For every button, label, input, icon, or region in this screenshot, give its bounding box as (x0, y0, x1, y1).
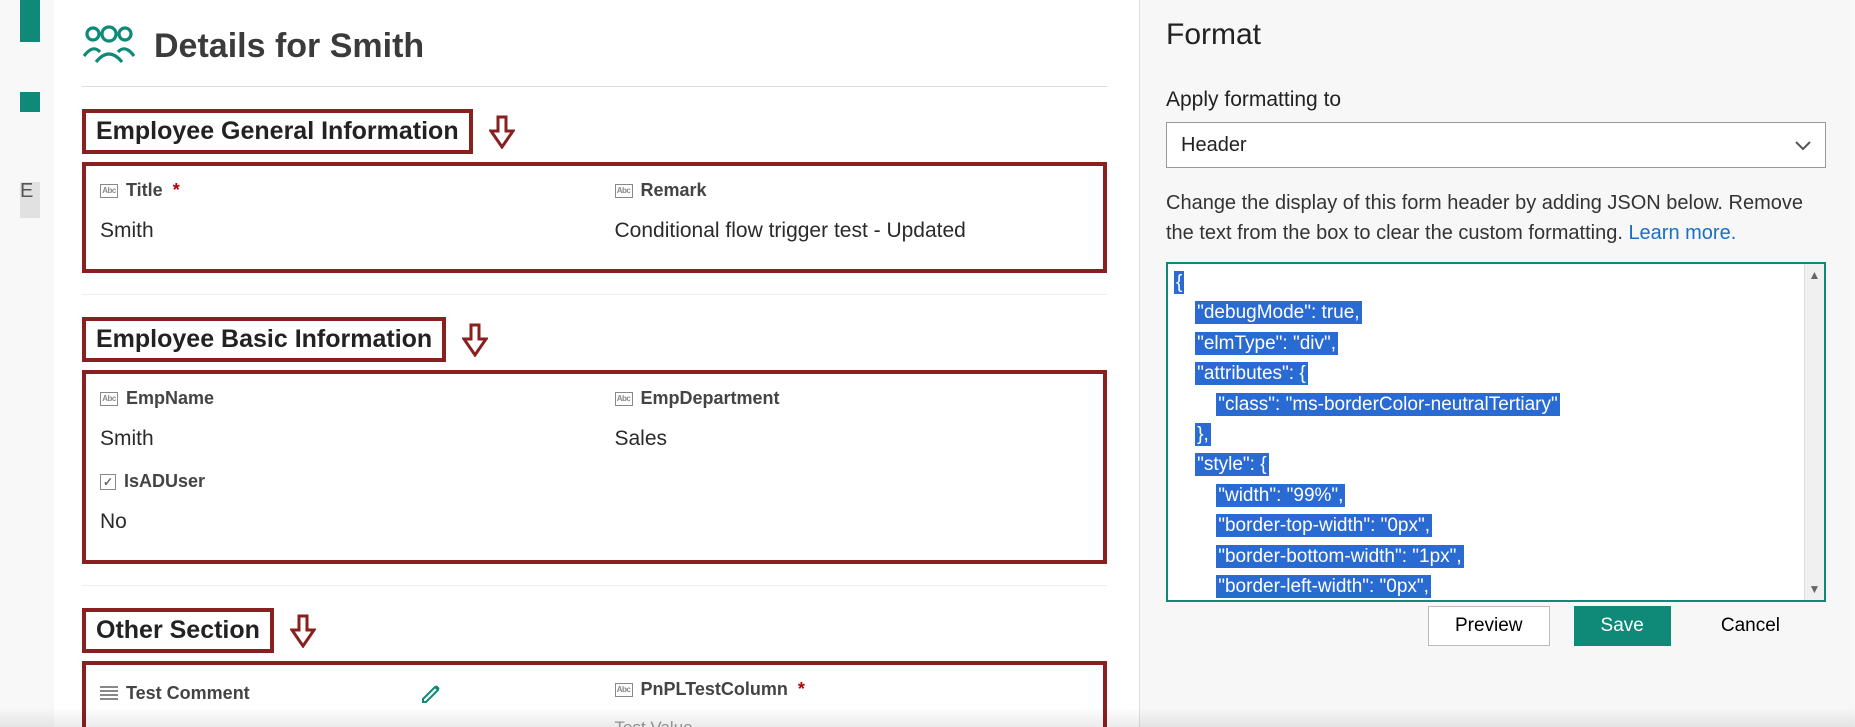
section-general-fields: Abc Title * Smith Abc Remark Conditional… (82, 162, 1107, 273)
section-title-other: Other Section (82, 608, 274, 653)
field-remark[interactable]: Abc Remark Conditional flow trigger test… (615, 180, 1090, 243)
multiline-field-icon (100, 686, 118, 700)
edit-icon[interactable] (418, 679, 446, 707)
group-icon (82, 22, 136, 70)
scroll-down-icon[interactable]: ▼ (1809, 582, 1821, 596)
field-value: Sales (615, 427, 1090, 451)
preview-button[interactable]: Preview (1428, 606, 1550, 646)
format-panel: Format Apply formatting to Header Change… (1140, 0, 1852, 727)
field-value: Smith (100, 427, 575, 451)
field-value: No (100, 510, 1089, 534)
details-form-panel: Details for Smith Employee General Infor… (54, 0, 1140, 727)
apply-formatting-label: Apply formatting to (1166, 88, 1826, 112)
nav-accent-2 (20, 92, 40, 112)
dropdown-value: Header (1181, 134, 1247, 157)
field-label: EmpDepartment (641, 388, 780, 409)
form-header: Details for Smith (82, 12, 1107, 87)
text-field-icon: Abc (615, 184, 633, 198)
required-marker: * (798, 679, 805, 700)
section-title-general: Employee General Information (82, 109, 473, 154)
format-title: Format (1166, 18, 1826, 52)
left-nav-stub (20, 0, 48, 600)
checkbox-field-icon: ✓ (100, 474, 116, 490)
field-label: PnPLTestColumn (641, 679, 788, 700)
text-field-icon: Abc (100, 184, 118, 198)
section-header-general: Employee General Information (82, 109, 1107, 154)
cancel-button[interactable]: Cancel (1695, 606, 1806, 646)
field-label: Title (126, 180, 163, 201)
chevron-down-icon (1795, 134, 1811, 157)
down-arrow-icon (460, 322, 490, 358)
field-title[interactable]: Abc Title * Smith (100, 180, 575, 243)
section-basic-fields: Abc EmpName Smith Abc EmpDepartment Sale… (82, 370, 1107, 564)
scrollbar[interactable]: ▲ ▼ (1804, 264, 1824, 600)
down-arrow-icon (288, 613, 318, 649)
down-arrow-icon (487, 114, 517, 150)
side-truncated-label: E (20, 180, 33, 203)
format-buttons: Preview Save Cancel (1166, 606, 1826, 646)
field-empdept[interactable]: Abc EmpDepartment Sales (615, 388, 1090, 451)
apply-formatting-dropdown[interactable]: Header (1166, 122, 1826, 168)
section-divider (82, 578, 1107, 586)
nav-accent-1 (20, 0, 40, 42)
json-editor[interactable]: { "debugMode": true, "elmType": "div", "… (1166, 262, 1826, 602)
learn-more-link[interactable]: Learn more. (1628, 222, 1736, 244)
field-label: IsADUser (124, 471, 205, 492)
page-title: Details for Smith (154, 27, 424, 66)
scroll-up-icon[interactable]: ▲ (1809, 268, 1821, 282)
bottom-shadow (0, 707, 1855, 727)
field-isaduser[interactable]: ✓ IsADUser No (100, 471, 1089, 534)
required-marker: * (173, 180, 180, 201)
text-field-icon: Abc (615, 392, 633, 406)
field-label: Test Comment (126, 683, 250, 704)
text-field-icon: Abc (100, 392, 118, 406)
section-header-basic: Employee Basic Information (82, 317, 1107, 362)
section-divider (82, 287, 1107, 295)
section-header-other: Other Section (82, 608, 1107, 653)
save-button[interactable]: Save (1574, 606, 1671, 646)
field-label: Remark (641, 180, 707, 201)
section-title-basic: Employee Basic Information (82, 317, 446, 362)
text-field-icon: Abc (615, 683, 633, 697)
field-value: Conditional flow trigger test - Updated (615, 219, 1090, 243)
field-value: Smith (100, 219, 575, 243)
field-empname[interactable]: Abc EmpName Smith (100, 388, 575, 451)
help-text: Change the display of this form header b… (1166, 188, 1826, 248)
field-label: EmpName (126, 388, 214, 409)
